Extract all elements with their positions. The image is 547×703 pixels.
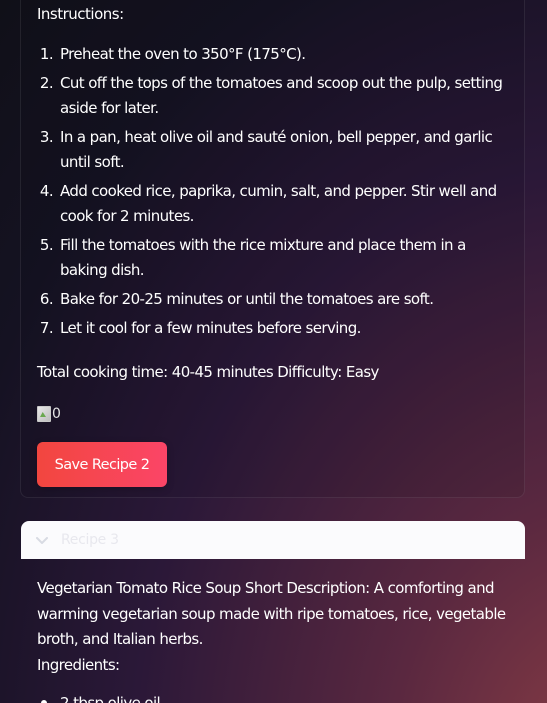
step-number: 5. [39,236,54,254]
chevron-down-icon [36,537,48,544]
instruction-step: 6. Bake for 20-25 minutes or until the t… [37,287,512,312]
cooking-time-difficulty: Total cooking time: 40-45 minutes Diffic… [37,363,379,381]
instruction-step: 4. Add cooked rice, paprika, cumin, salt… [37,179,512,229]
instructions-heading: Instructions: [37,5,124,23]
ingredients-heading: Ingredients: [37,655,120,674]
recipe-3-label: Recipe 3 [61,532,119,548]
recipe-3-body: Vegetarian Tomato Rice Soup Short Descri… [37,576,512,678]
recipe-image: 0 [37,400,61,422]
broken-image-icon [37,406,51,422]
step-number: 7. [39,319,54,337]
step-number: 3. [39,128,54,146]
save-recipe-button[interactable]: Save Recipe 2 [37,442,167,487]
step-text: In a pan, heat olive oil and sauté onion… [60,128,493,171]
recipe-description: Vegetarian Tomato Rice Soup Short Descri… [37,579,506,648]
instruction-step: 3. In a pan, heat olive oil and sauté on… [37,125,512,175]
step-text: Fill the tomatoes with the rice mixture … [60,236,466,279]
step-number: 1. [39,45,54,63]
instruction-step: 5. Fill the tomatoes with the rice mixtu… [37,233,512,283]
instruction-step: 7. Let it cool for a few minutes before … [37,316,512,341]
step-number: 2. [39,74,54,92]
step-number: 6. [39,290,54,308]
ingredient-item: 2 tbsp olive oil [60,694,161,703]
step-text: Cut off the tops of the tomatoes and sco… [60,74,503,117]
image-alt-text: 0 [52,406,61,422]
instruction-step: 1. Preheat the oven to 350°F (175°C). [37,42,512,67]
instruction-step: 2. Cut off the tops of the tomatoes and … [37,71,512,121]
recipe-3-expander[interactable]: Recipe 3 [21,521,525,559]
step-text: Preheat the oven to 350°F (175°C). [60,45,306,63]
step-text: Let it cool for a few minutes before ser… [60,319,361,337]
instructions-list: 1. Preheat the oven to 350°F (175°C). 2.… [37,42,512,345]
step-text: Add cooked rice, paprika, cumin, salt, a… [60,182,497,225]
step-number: 4. [39,182,54,200]
step-text: Bake for 20-25 minutes or until the toma… [60,290,434,308]
